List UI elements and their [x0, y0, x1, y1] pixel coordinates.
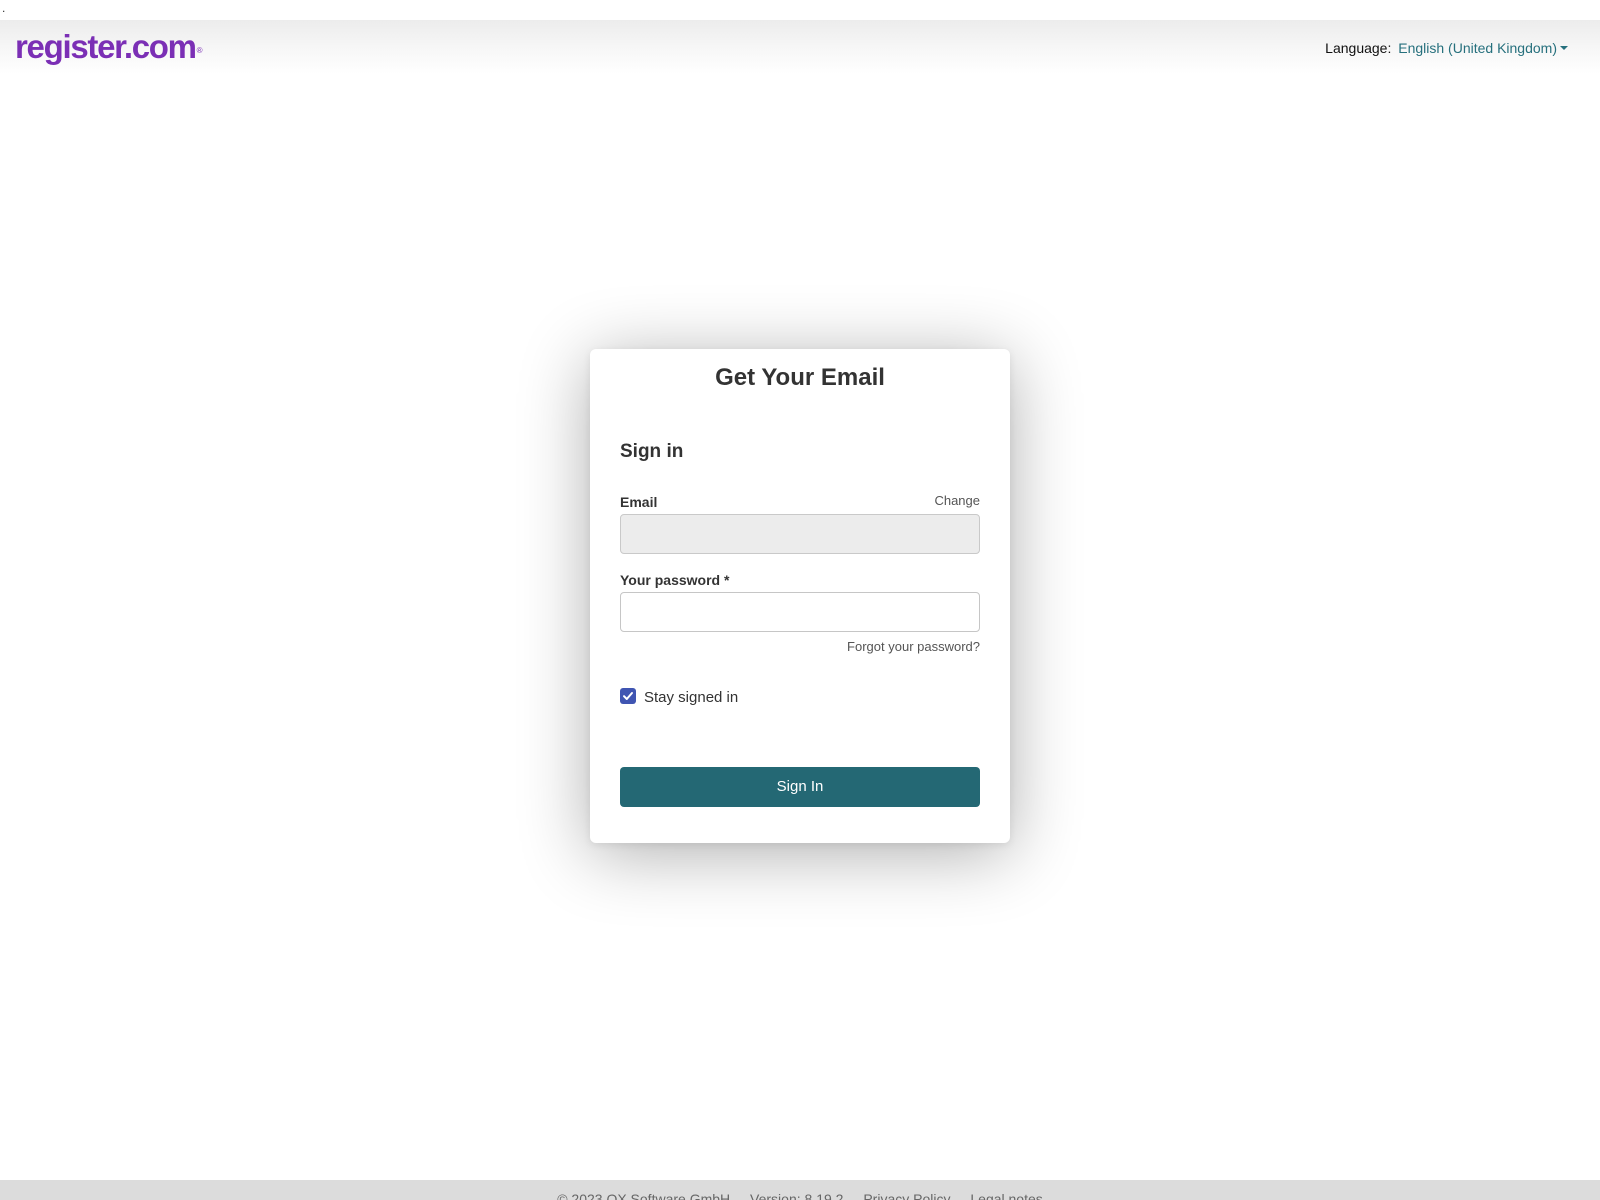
language-label: Language:: [1325, 40, 1392, 56]
stay-signed-in-checkbox[interactable]: [620, 688, 636, 704]
email-label: Email: [620, 494, 658, 510]
top-header: register.com® Language: English (United …: [0, 20, 1600, 74]
password-label: Your password *: [620, 572, 730, 588]
language-selector: Language: English (United Kingdom): [1325, 39, 1568, 57]
logo-text: register.com: [15, 28, 197, 65]
caret-down-icon: [1560, 46, 1568, 51]
corner-mark: .: [2, 1, 6, 15]
login-card: Get Your Email Sign in Email Change Your…: [590, 349, 1010, 843]
footer: © 2023 OX Software GmbH Version: 8.19.2 …: [0, 1180, 1600, 1200]
signin-heading: Sign in: [620, 441, 684, 462]
change-email-link[interactable]: Change: [934, 493, 980, 509]
stay-signed-in-label[interactable]: Stay signed in: [644, 689, 738, 707]
registered-mark: ®: [196, 46, 203, 55]
language-dropdown[interactable]: English (United Kingdom): [1398, 40, 1568, 56]
forgot-password-link[interactable]: Forgot your password?: [847, 639, 980, 655]
sign-in-button[interactable]: Sign In: [620, 767, 980, 807]
card-title: Get Your Email: [715, 364, 885, 391]
footer-privacy-link[interactable]: Privacy Policy: [863, 1191, 950, 1200]
footer-legal-link[interactable]: Legal notes: [970, 1191, 1042, 1200]
language-value: English (United Kingdom): [1398, 40, 1557, 56]
checkmark-icon: [623, 692, 633, 700]
email-field[interactable]: [620, 514, 980, 554]
footer-version: Version: 8.19.2: [750, 1191, 844, 1200]
footer-copyright: © 2023 OX Software GmbH: [557, 1191, 731, 1200]
brand-logo[interactable]: register.com®: [15, 28, 203, 70]
password-field[interactable]: [620, 592, 980, 632]
